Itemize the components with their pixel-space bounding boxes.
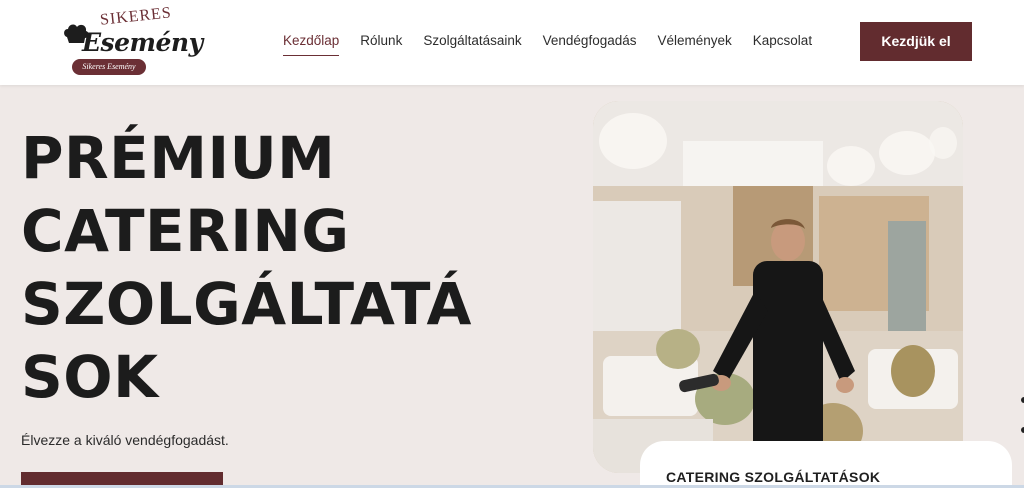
hero-title-line: SOK xyxy=(21,343,159,411)
get-started-button[interactable]: Kezdjük el xyxy=(860,22,972,61)
waiter-restaurant-image xyxy=(593,101,963,473)
chevron-icon xyxy=(1021,397,1024,433)
hero-title-line: SZOLGÁLTATÁ xyxy=(21,270,472,338)
main-nav: Kezdőlap Rólunk Szolgáltatásaink Vendégf… xyxy=(283,32,833,56)
nav-item-rolunk[interactable]: Rólunk xyxy=(360,32,402,56)
card-title: CATERING SZOLGÁLTATÁSOK xyxy=(666,469,881,485)
hero-title-line: CATERING xyxy=(21,197,350,265)
nav-item-vendegfogadas[interactable]: Vendégfogadás xyxy=(543,32,637,56)
nav-item-kezdolap[interactable]: Kezdőlap xyxy=(283,32,340,56)
nav-item-kapcsolat[interactable]: Kapcsolat xyxy=(753,32,812,56)
nav-item-szolgaltatasaink[interactable]: Szolgáltatásaink xyxy=(423,32,521,56)
site-header: SIKERES Esemény Sikeres Esemény Kezdőlap… xyxy=(0,0,1024,85)
hero-title: PRÉMIUM CATERING SZOLGÁLTATÁ SOK xyxy=(21,122,581,414)
logo-ribbon: Sikeres Esemény xyxy=(72,59,146,75)
slider-arrows[interactable] xyxy=(1020,396,1024,436)
nav-item-velemenyek[interactable]: Vélemények xyxy=(657,32,731,56)
hero-title-line: PRÉMIUM xyxy=(21,124,336,192)
site-logo[interactable]: SIKERES Esemény Sikeres Esemény xyxy=(60,4,203,78)
hero-photo xyxy=(593,101,963,473)
hero-subtitle: Élvezze a kiváló vendégfogadást. xyxy=(21,432,229,448)
logo-main-text: Esemény xyxy=(82,28,203,57)
logo-top-text: SIKERES xyxy=(99,4,173,29)
catering-services-card[interactable]: CATERING SZOLGÁLTATÁSOK xyxy=(640,441,1012,488)
